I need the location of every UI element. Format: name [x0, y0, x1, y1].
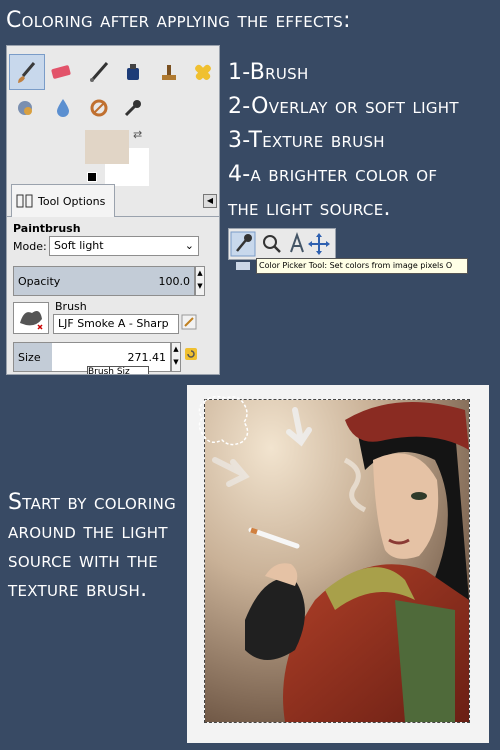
eraser-icon — [51, 65, 71, 79]
smoke-brush-icon — [20, 311, 43, 330]
mode-value: Soft light — [54, 239, 104, 252]
instruction-line: texture brush. — [8, 577, 148, 602]
smudge-tool[interactable] — [13, 96, 37, 120]
mode-label: Mode: — [13, 240, 47, 253]
brush-name-value: LJF Smoke A - Sharp — [58, 317, 169, 330]
eraser-tool[interactable] — [49, 60, 73, 84]
tool-options-icon — [16, 194, 33, 208]
size-value: 271.41 — [127, 351, 167, 364]
blur-tool[interactable] — [51, 96, 75, 120]
opacity-spinner[interactable]: ▲ ▼ — [195, 266, 205, 296]
instruction-line: Start by coloring — [8, 490, 177, 515]
foreground-color-swatch[interactable] — [85, 130, 129, 164]
step-item: the light source. — [228, 196, 391, 221]
brush-name-field[interactable]: LJF Smoke A - Sharp — [53, 314, 179, 334]
step-item: 1-Brush — [228, 60, 309, 85]
size-tooltip: Brush Siz — [87, 366, 149, 374]
clone-stamp-icon — [162, 65, 176, 80]
heal-tool[interactable] — [191, 60, 215, 84]
reset-icon — [185, 348, 197, 360]
size-label: Size — [18, 351, 41, 364]
toolbar-icons — [230, 231, 330, 257]
spin-up-icon[interactable]: ▲ — [196, 267, 204, 280]
heal-icon — [195, 64, 211, 80]
spin-up-icon[interactable]: ▲ — [172, 343, 180, 356]
dodge-burn-icon — [90, 99, 108, 117]
chevron-down-icon: ⌄ — [184, 239, 194, 252]
opacity-value: 100.0 — [158, 275, 191, 288]
swap-colors-icon[interactable]: ⇄ — [133, 128, 142, 141]
brush-label: Brush — [55, 300, 87, 313]
blur-icon — [57, 99, 69, 117]
spin-down-icon[interactable]: ▼ — [172, 356, 180, 369]
smudge-icon — [18, 101, 32, 115]
pencil-edit-icon — [181, 314, 197, 330]
tool-name: Paintbrush — [13, 222, 81, 235]
tab-tool-options[interactable]: Tool Options — [11, 184, 115, 217]
step-item: 2-Overlay or soft light — [228, 94, 459, 119]
paintbrush-icon — [18, 62, 36, 83]
ink-tool[interactable] — [121, 60, 145, 84]
color-picker-tool[interactable] — [121, 96, 145, 120]
airbrush-icon — [90, 62, 109, 82]
clone-stamp-tool[interactable] — [157, 60, 181, 84]
spin-down-icon[interactable]: ▼ — [196, 280, 204, 293]
default-colors-icon[interactable] — [87, 172, 97, 182]
move-icon — [310, 235, 328, 253]
tab-label: Tool Options — [38, 194, 106, 208]
reset-size-button[interactable] — [183, 346, 199, 365]
brush-preview[interactable] — [13, 302, 49, 334]
measure-icon — [290, 231, 304, 253]
gimp-toolbox: ⇄ Tool Options ◀ Paintbrush Mode: Soft l… — [6, 45, 220, 375]
airbrush-tool[interactable] — [87, 60, 111, 84]
edit-brush-button[interactable] — [181, 314, 197, 333]
page-heading: Coloring after applying the effects: — [6, 8, 351, 33]
picker-toolbar — [228, 228, 336, 260]
steps-list: 1-Brush 2-Overlay or soft light 3-Textur… — [228, 56, 459, 226]
paintbrush-tool[interactable] — [9, 54, 45, 90]
opacity-slider[interactable]: Opacity 100.0 — [13, 266, 195, 296]
ink-icon — [127, 64, 139, 80]
opacity-label: Opacity — [18, 275, 61, 288]
dodge-burn-tool[interactable] — [87, 96, 111, 120]
dock-tab-row: Tool Options ◀ — [7, 184, 219, 217]
instruction-text: Start by coloring around the light sourc… — [8, 488, 176, 604]
selection-marquee — [198, 395, 249, 446]
tab-menu-arrow-icon[interactable]: ◀ — [203, 194, 217, 208]
instruction-line: source with the — [8, 548, 159, 573]
step-item: 3-Texture brush — [228, 128, 385, 153]
color-picker-icon — [124, 100, 141, 117]
tooltip-tool-icon — [236, 262, 250, 270]
mode-select[interactable]: Soft light ⌄ — [49, 236, 199, 256]
color-picker-tooltip: Color Picker Tool: Set colors from image… — [256, 258, 468, 274]
step-item: 4-a brighter color of — [228, 162, 438, 187]
size-spinner[interactable]: ▲ ▼ — [171, 342, 181, 372]
instruction-line: around the light — [8, 519, 168, 544]
